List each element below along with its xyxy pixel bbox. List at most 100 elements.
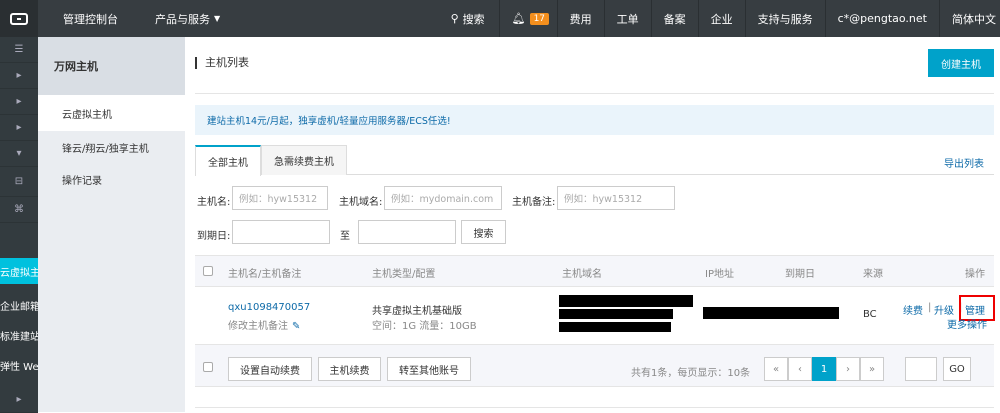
tab-all-hosts[interactable]: 全部主机 <box>195 145 261 176</box>
divider <box>195 93 994 94</box>
host-renew-button[interactable]: 主机续费 <box>318 357 381 381</box>
note-label: 主机备注: <box>512 197 556 208</box>
console-label: 管理控制台 <box>63 12 118 26</box>
expire-end-input[interactable] <box>358 220 456 244</box>
action-separator: | <box>928 302 932 313</box>
account-menu[interactable]: c*@pengtao.net <box>824 0 939 37</box>
domain-label: 主机域名: <box>339 197 383 208</box>
redacted-domain <box>559 309 673 319</box>
expire-start-input[interactable] <box>232 220 330 244</box>
minus-square-icon[interactable]: ⊟ <box>0 167 38 197</box>
products-label: 产品与服务 <box>155 12 210 26</box>
aliyun-logo[interactable] <box>0 0 38 37</box>
page-button[interactable]: 1 <box>812 357 836 381</box>
col-expire: 到期日 <box>785 269 815 280</box>
expand-arrow-icon[interactable]: ▸ <box>0 115 38 141</box>
nav-item-mail[interactable]: 企业邮箱 <box>0 292 38 318</box>
search-label: 搜索 <box>462 12 485 26</box>
col-host-name: 主机名/主机备注 <box>228 269 302 280</box>
note-input[interactable]: 例如：hyw15312 <box>557 186 675 210</box>
subnav-item-vhost[interactable]: 云虚拟主机 <box>38 95 185 131</box>
edit-note-label: 修改主机备注 <box>228 321 288 332</box>
redacted-ip-expire <box>703 307 839 319</box>
table-footer: 设置自动续费 主机续费 转至其他账号 共有1条，每页显示：10条 « ‹ 1 ›… <box>195 345 994 387</box>
edit-note-link[interactable]: 修改主机备注 ✎ <box>228 317 300 332</box>
subnav-title: 万网主机 <box>38 37 185 95</box>
redacted-domain <box>559 295 693 307</box>
create-host-button[interactable]: 创建主机 <box>928 49 994 77</box>
col-actions: 操作 <box>965 269 985 280</box>
tab-renew-urgent[interactable]: 急需续费主机 <box>261 145 347 175</box>
host-name-link[interactable]: qxu1098470057 <box>228 302 310 313</box>
domain-icon[interactable]: ⌘ <box>0 197 38 223</box>
ticket-link[interactable]: 工单 <box>603 0 651 37</box>
more-actions-link[interactable]: 更多操作 <box>947 316 987 331</box>
table-header: 主机名/主机备注 主机类型/配置 主机域名 IP地址 到期日 来源 操作 <box>195 255 994 287</box>
select-all-checkbox[interactable] <box>203 362 213 372</box>
collapse-arrow-icon[interactable]: ▾ <box>0 141 38 167</box>
expire-label: 到期日: <box>197 231 231 242</box>
renew-link[interactable]: 续费 <box>903 302 923 317</box>
cost-link[interactable]: 费用 <box>556 0 604 37</box>
export-list-link[interactable]: 导出列表 <box>944 155 984 170</box>
next-page-button[interactable]: › <box>836 357 860 381</box>
table-row: qxu1098470057 修改主机备注 ✎ 共享虚拟主机基础版 空间：1G 流量… <box>195 287 995 345</box>
expand-arrow-icon[interactable]: ▸ <box>0 63 38 89</box>
host-name-label: 主机名: <box>197 197 231 208</box>
chevron-down-icon: ▼ <box>214 14 221 23</box>
col-domain: 主机域名 <box>562 269 602 280</box>
col-ip: IP地址 <box>705 269 734 280</box>
menu-toggle-icon[interactable]: ☰ <box>0 37 38 63</box>
to-label: 至 <box>340 231 350 242</box>
nav-item-label: 标准建站 <box>0 331 38 343</box>
support-link[interactable]: 支持与服务 <box>744 0 825 37</box>
nav-item-site[interactable]: 标准建站 <box>0 322 38 348</box>
host-type: 共享虚拟主机基础版 <box>372 306 462 317</box>
first-page-button[interactable]: « <box>764 357 788 381</box>
upgrade-link[interactable]: 升级 <box>934 302 954 317</box>
nav-item-web[interactable]: 弹性 Web <box>0 352 38 378</box>
search-icon: ⚲ <box>450 12 459 25</box>
search-button[interactable]: 搜索 <box>461 220 506 244</box>
promo-notice[interactable]: 建站主机14元/月起，独享虚机/轻量应用服务器/ECS任选! <box>195 105 994 135</box>
sub-navigation: 万网主机 云虚拟主机 锋云/翔云/独享主机 操作记录 <box>38 37 185 412</box>
language-menu[interactable]: 简体中文 <box>939 0 1000 37</box>
go-button[interactable]: GO <box>943 357 971 381</box>
notification-button[interactable]: 🔔︎ 17 <box>498 0 557 37</box>
notification-badge: 17 <box>529 12 550 25</box>
nav-item-label: 企业邮箱 <box>0 301 38 313</box>
redacted-domain <box>559 322 671 332</box>
page-title: 主机列表 <box>195 57 249 69</box>
record-link[interactable]: 备案 <box>650 0 698 37</box>
domain-input[interactable]: 例如：mydomain.com <box>384 186 502 210</box>
main-content: 主机列表 创建主机 建站主机14元/月起，独享虚机/轻量应用服务器/ECS任选!… <box>185 37 1000 412</box>
bell-icon: 🔔︎ <box>511 12 526 25</box>
left-icon-nav: ☰ ▸ ▸ ▸ ▾ ⊟ ⌘ 云虚拟主 企业邮箱 标准建站 弹性 Web ▸ <box>0 37 38 413</box>
select-all-checkbox[interactable] <box>203 266 213 276</box>
tab-bar: 全部主机 急需续费主机 导出列表 <box>195 145 994 176</box>
last-page-button[interactable]: » <box>860 357 884 381</box>
subnav-item-dedicated[interactable]: 锋云/翔云/独享主机 <box>38 131 185 163</box>
console-link[interactable]: 管理控制台 <box>38 0 143 37</box>
search-link[interactable]: ⚲ 搜索 <box>439 0 499 37</box>
host-config: 空间：1G 流量：10GB <box>372 321 477 332</box>
enterprise-link[interactable]: 企业 <box>697 0 745 37</box>
divider <box>195 407 994 412</box>
nav-item-label: 弹性 Web <box>0 361 38 373</box>
prev-page-button[interactable]: ‹ <box>788 357 812 381</box>
host-name-input[interactable]: 例如：hyw15312 <box>232 186 328 210</box>
nav-item-vhost[interactable]: 云虚拟主 <box>0 258 38 284</box>
col-host-type: 主机类型/配置 <box>372 269 436 280</box>
page-jump-input[interactable] <box>905 357 937 381</box>
auto-renew-button[interactable]: 设置自动续费 <box>228 357 312 381</box>
subnav-item-records[interactable]: 操作记录 <box>38 163 185 195</box>
expand-arrow-icon[interactable]: ▸ <box>0 387 38 413</box>
pencil-icon: ✎ <box>292 321 301 332</box>
col-source: 来源 <box>863 269 883 280</box>
source-value: BC <box>863 309 877 320</box>
products-menu[interactable]: 产品与服务 ▼ <box>143 0 243 37</box>
transfer-account-button[interactable]: 转至其他账号 <box>387 357 471 381</box>
expand-arrow-icon[interactable]: ▸ <box>0 89 38 115</box>
pagination-summary: 共有1条，每页显示：10条 <box>631 368 751 379</box>
nav-item-label: 云虚拟主 <box>0 267 38 279</box>
